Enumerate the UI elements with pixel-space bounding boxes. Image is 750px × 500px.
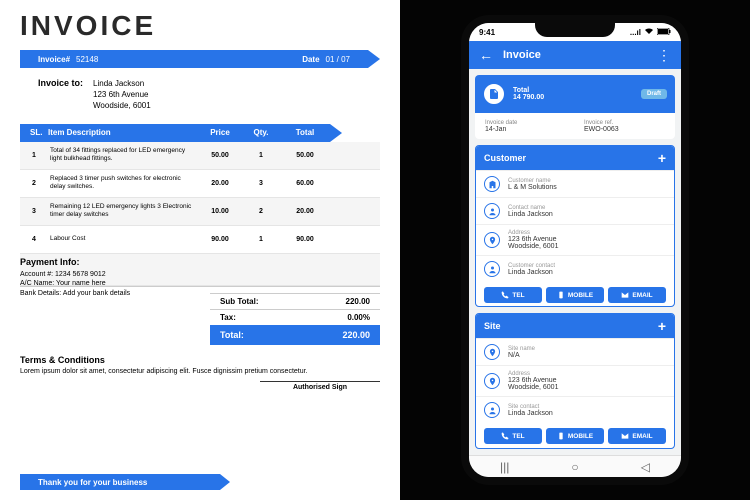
table-row: 4Labour Cost90.00190.00 xyxy=(20,226,380,254)
menu-icon[interactable]: ⋮ xyxy=(657,47,671,64)
th-total: Total xyxy=(280,128,330,137)
android-nav-bar: ||| ○ ◁ xyxy=(469,455,681,477)
thank-you-text: Thank you for your business xyxy=(20,474,220,490)
table-row: 1Total of 34 fittings replaced for LED e… xyxy=(20,142,380,170)
tax-value: 0.00% xyxy=(347,313,370,322)
site-address-field[interactable]: Address123 6th Avenue Woodside, 6001 xyxy=(476,365,674,396)
email-button[interactable]: EMAIL xyxy=(608,428,666,444)
subtotal-label: Sub Total: xyxy=(220,297,259,306)
date-value: 01 / 07 xyxy=(326,55,350,64)
th-desc: Item Description xyxy=(48,128,198,137)
payment-acct: Account #: 1234 5678 9012 xyxy=(20,270,130,280)
email-button[interactable]: EMAIL xyxy=(608,287,666,303)
person-icon xyxy=(484,402,500,418)
phone-preview: 9:41 ...ıl ← Invoice ⋮ xyxy=(400,0,750,500)
home-icon[interactable]: ○ xyxy=(571,460,578,474)
bill-addr1: 123 6th Avenue xyxy=(93,89,151,100)
pin-icon xyxy=(484,373,500,389)
document-title: INVOICE xyxy=(20,10,380,42)
invoice-ref-value: EWO-0063 xyxy=(584,126,665,133)
tel-button[interactable]: TEL xyxy=(484,428,542,444)
app-bar: ← Invoice ⋮ xyxy=(469,41,681,69)
invoice-ribbon: Invoice# 52148 Date 01 / 07 xyxy=(20,50,380,68)
invoice-to: Invoice to: Linda Jackson 123 6th Avenue… xyxy=(20,78,380,112)
date-label: Date xyxy=(302,55,319,64)
invoice-no: 52148 xyxy=(76,55,98,64)
person-icon xyxy=(484,203,500,219)
table-header: SL. Item Description Price Qty. Total xyxy=(20,124,380,142)
summary-card: Total 14 790.00 Draft Invoice date14-Jan… xyxy=(475,75,675,139)
ribbon-arrow-icon xyxy=(330,124,342,142)
status-time: 9:41 xyxy=(479,28,495,37)
person-icon xyxy=(484,261,500,277)
table-row: 3Remaining 12 LED emergency lights 3 Ele… xyxy=(20,198,380,226)
summary-label: Total xyxy=(513,87,544,94)
table-row: 2Replaced 3 timer push switches for elec… xyxy=(20,170,380,198)
th-price: Price xyxy=(198,128,242,137)
payment-name: A/C Name: Your name here xyxy=(20,279,130,289)
signal-icon: ...ıl xyxy=(630,28,641,37)
battery-icon xyxy=(657,28,671,37)
ribbon-arrow-icon xyxy=(220,474,230,490)
totals: Sub Total: 220.00 Tax: 0.00% Total: 220.00 xyxy=(210,293,380,345)
th-qty: Qty. xyxy=(242,128,280,137)
site-contact-field[interactable]: Site contactLinda Jackson xyxy=(476,396,674,423)
summary-meta: Invoice date14-Jan Invoice ref.EWO-0063 xyxy=(475,113,675,139)
app-content[interactable]: Total 14 790.00 Draft Invoice date14-Jan… xyxy=(469,69,681,455)
phone-screen: 9:41 ...ıl ← Invoice ⋮ xyxy=(469,23,681,477)
wifi-icon xyxy=(644,27,654,37)
th-sl: SL. xyxy=(20,128,48,137)
phone-frame: 9:41 ...ıl ← Invoice ⋮ xyxy=(461,15,689,485)
total-value: 220.00 xyxy=(342,330,370,340)
invoice-date-value: 14-Jan xyxy=(485,126,566,133)
site-name-field[interactable]: Site nameN/A xyxy=(476,338,674,365)
back-nav-icon[interactable]: ◁ xyxy=(641,460,650,474)
invoice-to-label: Invoice to: xyxy=(38,78,83,112)
back-icon[interactable]: ← xyxy=(479,47,493,63)
site-buttons: TEL MOBILE EMAIL xyxy=(476,423,674,449)
status-badge: Draft xyxy=(641,89,667,99)
terms-heading: Terms & Conditions xyxy=(20,355,380,365)
building-icon xyxy=(484,176,500,192)
contact-buttons: TEL MOBILE EMAIL xyxy=(476,282,674,307)
document-icon xyxy=(483,83,505,105)
site-card: Site + Site nameN/A Address123 6th Avenue… xyxy=(475,313,675,449)
customer-name-field[interactable]: Customer nameL & M Solutions xyxy=(476,170,674,197)
add-icon[interactable]: + xyxy=(658,150,666,166)
payment-bank: Bank Details: Add your bank details xyxy=(20,289,130,299)
add-icon[interactable]: + xyxy=(658,318,666,334)
address-field[interactable]: Address123 6th Avenue Woodside, 6001 xyxy=(476,224,674,255)
tel-button[interactable]: TEL xyxy=(484,287,542,303)
customer-contact-field[interactable]: Customer contactLinda Jackson xyxy=(476,255,674,282)
bill-addr2: Woodside, 6001 xyxy=(93,100,151,111)
pin-icon xyxy=(484,344,500,360)
site-heading: Site xyxy=(484,321,501,331)
terms-text: Lorem ipsum dolor sit amet, consectetur … xyxy=(20,368,380,375)
customer-card: Customer + Customer nameL & M Solutions C… xyxy=(475,145,675,307)
signature-line: Authorised Sign xyxy=(260,381,380,391)
phone-notch xyxy=(535,23,615,37)
invoice-document: INVOICE Invoice# 52148 Date 01 / 07 Invo… xyxy=(0,0,400,500)
summary-amount: 14 790.00 xyxy=(513,94,544,101)
customer-heading: Customer xyxy=(484,153,526,163)
contact-name-field[interactable]: Contact nameLinda Jackson xyxy=(476,197,674,224)
recent-icon[interactable]: ||| xyxy=(500,460,509,474)
subtotal-value: 220.00 xyxy=(346,297,370,306)
payment-heading: Payment Info: xyxy=(20,257,130,267)
app-title: Invoice xyxy=(503,49,647,61)
bill-name: Linda Jackson xyxy=(93,78,151,89)
thank-you-ribbon: Thank you for your business xyxy=(20,474,380,490)
mobile-button[interactable]: MOBILE xyxy=(546,287,604,303)
payment-info: Payment Info: Account #: 1234 5678 9012 … xyxy=(20,257,130,299)
ribbon-arrow-icon xyxy=(368,50,380,68)
invoice-no-label: Invoice# xyxy=(38,55,70,64)
total-label: Total: xyxy=(220,330,244,340)
status-icons: ...ıl xyxy=(630,27,671,37)
mobile-button[interactable]: MOBILE xyxy=(546,428,604,444)
terms: Terms & Conditions Lorem ipsum dolor sit… xyxy=(20,355,380,375)
tax-label: Tax: xyxy=(220,313,236,322)
pin-icon xyxy=(484,232,500,248)
